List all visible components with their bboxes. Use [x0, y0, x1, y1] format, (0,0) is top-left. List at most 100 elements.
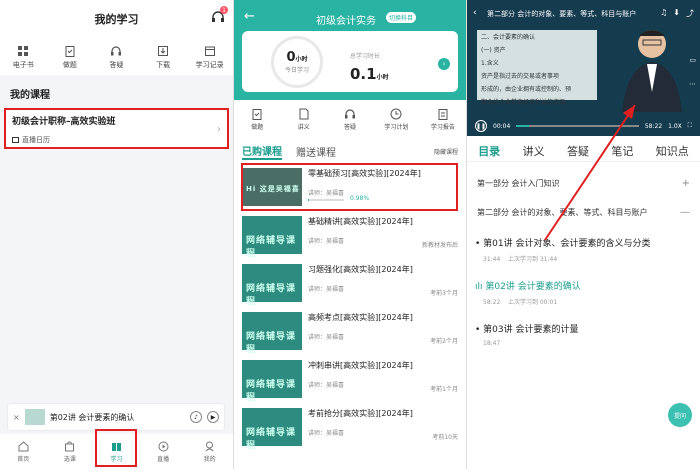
quick-ebook[interactable]: 电子书 [0, 39, 47, 75]
quick-label: 讲义 [297, 123, 310, 131]
more-icon[interactable]: ⋯ [689, 80, 696, 88]
headset-icon[interactable]: ♪ [190, 411, 202, 423]
switch-subject-button[interactable]: 切换科目 [386, 12, 417, 23]
quick-history[interactable]: 学习记录 [186, 39, 233, 75]
tab-courses[interactable]: 选课 [47, 434, 94, 469]
slide-line: 二、会计要素的确认 [481, 34, 536, 41]
collapse-icon[interactable]: — [680, 207, 690, 218]
tab-live[interactable]: 直播 [140, 434, 187, 469]
course-teacher: 讲师：吴福喜 [308, 382, 345, 389]
lesson-duration: 18:47 [483, 340, 501, 347]
course-name: 初级会计职称–高效实验班 [12, 117, 116, 127]
calendar-icon [204, 46, 215, 56]
ask-button[interactable]: 提问 [668, 403, 692, 427]
course-teacher: 讲师：吴福喜 [308, 286, 345, 293]
course-teacher: 讲师：吴福喜 [308, 430, 345, 437]
highlight-box [95, 429, 137, 467]
tab-home[interactable]: 首页 [0, 434, 47, 469]
quick-label: 做题 [251, 123, 264, 131]
list-item[interactable]: 网络辅导课程 习题强化[高效实验][2024年] 讲师：吴福喜 考前3个月 [234, 260, 466, 308]
fullscreen-icon[interactable]: ⛶ [688, 122, 692, 130]
course-thumbnail: 网络辅导课程 [242, 264, 302, 307]
course-teacher: 讲师：吴福喜 [308, 238, 345, 245]
user-icon [205, 441, 214, 451]
quick-practice[interactable]: 做题 [47, 39, 94, 75]
quick-report[interactable]: 学习报告 [420, 100, 466, 138]
thumbnail-text: 网络辅导课程 [246, 236, 297, 259]
clipboard-icon [65, 45, 75, 57]
course-schedule: 考前2个月 [430, 338, 458, 345]
play-icon[interactable]: ▶ [207, 411, 219, 423]
today-unit: 小时 [295, 56, 308, 63]
list-item[interactable]: 网络辅导课程 高频考点[高效实验][2024年] 讲师：吴福喜 考前2个月 [234, 308, 466, 356]
thumbnail-text: 网络辅导课程 [246, 380, 297, 403]
total-unit: 小时 [376, 74, 389, 81]
course-name: 冲刺串讲[高效实验][2024年] [308, 361, 413, 370]
lesson-duration: 58:22 [483, 299, 501, 306]
tab-knowledge[interactable]: 知识点 [656, 143, 689, 159]
expand-icon[interactable]: + [682, 178, 690, 189]
back-arrow-icon[interactable]: ← [244, 9, 255, 24]
clock-icon [390, 108, 402, 119]
page-title: 我的学习 [94, 12, 139, 26]
tab-label: 选课 [63, 455, 76, 463]
course-thumbnail: 网络辅导课程 [242, 360, 302, 403]
quick-download[interactable]: 下载 [140, 39, 187, 75]
headset-icon [111, 45, 122, 55]
play-circle-icon [158, 441, 169, 451]
quick-label: 做题 [62, 60, 77, 69]
speed-button[interactable]: 1.0X [668, 123, 682, 130]
tab-purchased[interactable]: 已购课程 [242, 143, 282, 160]
video-title: 第二部分 会计的对象、要素、等式、科目与账户 [487, 10, 637, 18]
back-arrow-icon[interactable]: ‹ [473, 8, 477, 18]
go-arrow-icon[interactable]: › [438, 58, 450, 70]
course-schedule: 考前10天 [432, 434, 458, 441]
quick-label: 学习报告 [430, 123, 455, 131]
close-icon[interactable]: × [13, 413, 20, 422]
cast-icon[interactable]: ▭ [689, 56, 696, 64]
lesson-item[interactable]: • 第03讲 会计要素的计量 18:47 [475, 322, 695, 347]
tab-gifted[interactable]: 赠送课程 [296, 144, 336, 159]
course-card[interactable]: 初级会计职称–高效实验班 直播日历 › [4, 108, 229, 149]
share-icon[interactable]: ⤴ [686, 8, 694, 19]
slide-line: 1.含义 [481, 60, 499, 67]
quick-label: 下载 [156, 60, 171, 69]
course-name: 考前抢分[高效实验][2024年] [308, 409, 413, 418]
video-top-icons: ♫ ⬇ ⤴ [660, 8, 694, 19]
my-study-panel: 我的学习 1 电子书 做题 答疑 下载 学习记录 我的课程 初级会计职称–高效实… [0, 0, 233, 469]
today-label: 今日学习 [284, 67, 309, 74]
headset-icon[interactable]: ♫ [660, 8, 667, 19]
tab-catalog[interactable]: 目录 [478, 143, 500, 159]
clipboard-icon [252, 108, 262, 120]
course-thumbnail: 网络辅导课程 [242, 408, 302, 451]
tab-mine[interactable]: 我的 [186, 434, 233, 469]
quick-plan[interactable]: 学习计划 [373, 100, 419, 138]
home-icon [18, 440, 29, 451]
chevron-right-icon: › [217, 124, 221, 135]
download-icon[interactable]: ⬇ [673, 8, 680, 19]
quick-notes[interactable]: 讲义 [280, 100, 326, 138]
list-item[interactable]: 网络辅导课程 考前抢分[高效实验][2024年] 讲师：吴福喜 考前10天 [234, 404, 466, 452]
list-item[interactable]: 网络辅导课程 冲刺串讲[高效实验][2024年] 讲师：吴福喜 考前1个月 [234, 356, 466, 404]
lesson-title: 第03讲 会计要素的计量 [483, 325, 579, 335]
video-slide: 二、会计要素的确认 (一) 资产 1.含义 资产是指过去的交易或者事项 形成的，… [477, 30, 597, 106]
slide-line: (一) 资产 [481, 47, 506, 54]
mini-player[interactable]: × 第02讲 会计要素的确认 ♪ ▶ [8, 404, 224, 430]
quick-qa[interactable]: 答疑 [327, 100, 373, 138]
course-thumbnail: 网络辅导课程 [242, 312, 302, 355]
quick-label: 学习记录 [195, 60, 224, 69]
download-icon [158, 45, 169, 56]
lesson-title: 第02讲 会计要素的确认 [485, 282, 581, 292]
course-name: 习题强化[高效实验][2024年] [308, 265, 413, 274]
total-label: 总学习时长 [350, 53, 381, 60]
quick-practice[interactable]: 做题 [234, 100, 280, 138]
tab-label: 直播 [157, 455, 170, 463]
hide-courses-button[interactable]: 隐藏课程 [434, 147, 458, 156]
pause-icon[interactable]: ❚❚ [475, 120, 487, 132]
list-item[interactable]: 网络辅导课程 基础精讲[高效实验][2024年] 讲师：吴福喜 新教材发布后 [234, 212, 466, 260]
live-calendar[interactable]: 直播日历 [12, 135, 221, 145]
lesson-item-active[interactable]: ılı 第02讲 会计要素的确认 58:22 上次学习到 00:01 [475, 279, 695, 306]
grid-icon [18, 45, 29, 56]
thumbnail-text: 网络辅导课程 [246, 428, 297, 451]
quick-qa[interactable]: 答疑 [93, 39, 140, 75]
